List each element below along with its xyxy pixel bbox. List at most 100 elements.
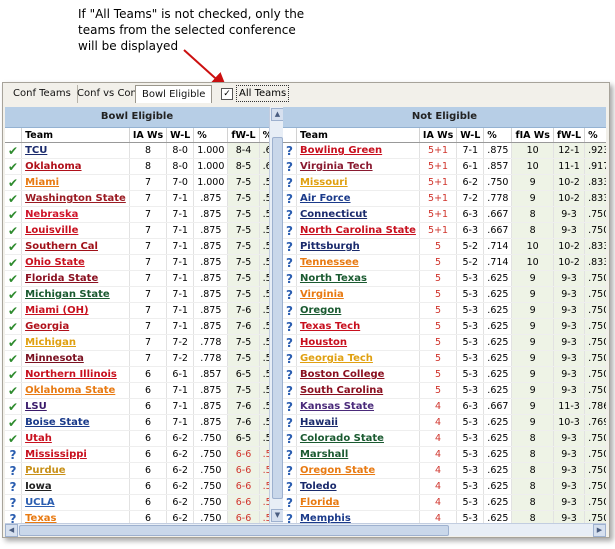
team-link[interactable]: Memphis	[300, 513, 351, 523]
team-link[interactable]: Missouri	[300, 177, 348, 188]
team-link[interactable]: Colorado State	[300, 433, 384, 444]
team-link[interactable]: Oklahoma	[25, 161, 81, 172]
team-link[interactable]: Oregon State	[300, 465, 375, 476]
team-link[interactable]: Northern Illinois	[25, 369, 117, 380]
table-row[interactable]: ✔Georgia 77-1.8757-6.538	[5, 318, 269, 335]
team-link[interactable]: Miami (OH)	[25, 305, 88, 316]
table-row[interactable]: ?Virginia Tech 5+16-1.8571011-1.917	[283, 158, 606, 175]
table-row[interactable]: ✔Washington State77-1.8757-5.583	[5, 190, 269, 207]
table-row[interactable]: ?Purdue 66-2.7506-6.500	[5, 462, 269, 479]
team-link[interactable]: Houston	[300, 337, 347, 348]
table-row[interactable]: ?Air Force 5+17-2.778910-2.833	[283, 190, 606, 207]
table-row[interactable]: ✔Oklahoma State 67-1.8757-5.583	[5, 382, 269, 399]
team-link[interactable]: North Texas	[300, 273, 367, 284]
table-row[interactable]: ✔Ohio State 77-1.8757-5.583	[5, 254, 269, 271]
table-row[interactable]: ✔TCU 88-01.0008-4.667	[5, 142, 269, 159]
table-row[interactable]: ?Texas Tech 55-3.62599-3.750	[283, 318, 606, 335]
team-link[interactable]: Tennessee	[300, 257, 359, 268]
table-row[interactable]: ?North Texas 55-3.62599-3.750	[283, 270, 606, 287]
table-row[interactable]: ?Toledo 45-3.62589-3.750	[283, 478, 606, 495]
team-link[interactable]: Florida State	[25, 273, 98, 284]
table-row[interactable]: ?Pittsburgh 55-2.7141010-2.833	[283, 238, 606, 255]
table-row[interactable]: ✔Florida State 77-1.8757-5.583	[5, 270, 269, 287]
horizontal-scrollbar[interactable]: ◀ ▶	[5, 523, 606, 537]
team-link[interactable]: TCU	[25, 145, 47, 156]
table-row[interactable]: ?South Carolina 55-3.62599-3.750	[283, 382, 606, 399]
tab-conf-teams[interactable]: Conf Teams	[7, 85, 78, 103]
vertical-scrollbar[interactable]: ▲ ▼	[269, 107, 284, 523]
team-link[interactable]: LSU	[25, 401, 47, 412]
table-row[interactable]: ?Virginia 55-3.62599-3.750	[283, 286, 606, 303]
table-row[interactable]: ?Georgia Tech 55-3.62599-3.750	[283, 350, 606, 367]
all-teams-toggle[interactable]: ✓ All Teams	[221, 85, 290, 102]
team-link[interactable]: Georgia Tech	[300, 353, 373, 364]
team-link[interactable]: Florida	[300, 497, 339, 508]
table-row[interactable]: ?North Carolina State5+16-3.66789-3.750	[283, 222, 606, 239]
table-row[interactable]: ?Oregon State 45-3.62589-3.750	[283, 462, 606, 479]
table-row[interactable]: ?Tennessee 55-2.7141010-2.833	[283, 254, 606, 271]
table-row[interactable]: ?Florida 45-3.62589-3.750	[283, 494, 606, 511]
team-link[interactable]: Michigan State	[25, 289, 110, 300]
team-link[interactable]: Toledo	[300, 481, 337, 492]
table-row[interactable]: ?Kansas State 46-3.667911-3.786	[283, 398, 606, 415]
team-link[interactable]: Connecticut	[300, 209, 367, 220]
team-link[interactable]: Ohio State	[25, 257, 85, 268]
table-row[interactable]: ?Missouri 5+16-2.750910-2.833	[283, 174, 606, 191]
table-row[interactable]: ✔Nebraska 77-1.8757-5.583	[5, 206, 269, 223]
team-link[interactable]: Utah	[25, 433, 52, 444]
table-row[interactable]: ✔Michigan 77-2.7787-5.583	[5, 334, 269, 351]
table-row[interactable]: ?UCLA 66-2.7506-6.500	[5, 494, 269, 511]
all-teams-checkbox[interactable]: ✓	[221, 87, 233, 100]
team-link[interactable]: Purdue	[25, 465, 65, 476]
team-link[interactable]: Pittsburgh	[300, 241, 360, 252]
team-link[interactable]: North Carolina State	[300, 225, 416, 236]
table-row[interactable]: ✔LSU 67-1.8757-6.538	[5, 398, 269, 415]
table-row[interactable]: ?Oregon 55-3.62599-3.750	[283, 302, 606, 319]
team-link[interactable]: Oregon	[300, 305, 341, 316]
team-link[interactable]: Hawaii	[300, 417, 338, 428]
table-row[interactable]: ✔Louisville 77-1.8757-5.583	[5, 222, 269, 239]
team-link[interactable]: Air Force	[300, 193, 351, 204]
table-row[interactable]: ?Texas 66-2.7506-6.500	[5, 510, 269, 523]
team-link[interactable]: Oklahoma State	[25, 385, 115, 396]
table-row[interactable]: ✔Oklahoma 88-01.0008-5.615	[5, 158, 269, 175]
team-link[interactable]: Boise State	[25, 417, 89, 428]
table-row[interactable]: ?Colorado State 45-3.62589-3.750	[283, 430, 606, 447]
scroll-right-icon[interactable]: ▶	[593, 524, 606, 537]
team-link[interactable]: Boston College	[300, 369, 384, 380]
team-link[interactable]: Texas Tech	[300, 321, 360, 332]
tab-bowl-eligible[interactable]: Bowl Eligible	[135, 85, 213, 103]
team-link[interactable]: Virginia	[300, 289, 344, 300]
table-row[interactable]: ?Hawaii 45-3.625910-3.769	[283, 414, 606, 431]
team-link[interactable]: Nebraska	[25, 209, 78, 220]
team-link[interactable]: Iowa	[25, 481, 52, 492]
table-row[interactable]: ✔Miami 77-01.0007-5.583	[5, 174, 269, 191]
team-link[interactable]: Virginia Tech	[300, 161, 373, 172]
table-row[interactable]: ?Connecticut 5+16-3.66789-3.750	[283, 206, 606, 223]
team-link[interactable]: Kansas State	[300, 401, 374, 412]
table-row[interactable]: ?Memphis 45-3.62589-3.750	[283, 510, 606, 523]
vertical-scroll-thumb[interactable]	[272, 137, 283, 499]
team-link[interactable]: Bowling Green	[300, 145, 382, 156]
team-link[interactable]: Miami	[25, 177, 59, 188]
table-row[interactable]: ✔Utah 66-2.7506-5.545	[5, 430, 269, 447]
table-row[interactable]: ?Marshall 45-3.62589-3.750	[283, 446, 606, 463]
table-row[interactable]: ✔Northern Illinois 66-1.8576-5.545	[5, 366, 269, 383]
team-link[interactable]: Georgia	[25, 321, 69, 332]
table-row[interactable]: ?Mississippi 66-2.7506-6.500	[5, 446, 269, 463]
team-link[interactable]: Mississippi	[25, 449, 87, 460]
horizontal-scroll-thumb[interactable]	[19, 525, 449, 536]
table-row[interactable]: ✔Miami (OH) 77-1.8757-6.538	[5, 302, 269, 319]
table-row[interactable]: ?Boston College 55-3.62599-3.750	[283, 366, 606, 383]
table-row[interactable]: ✔Minnesota 77-2.7787-5.583	[5, 350, 269, 367]
table-row[interactable]: ?Houston 55-3.62599-3.750	[283, 334, 606, 351]
table-row[interactable]: ✔Southern Cal 77-1.8757-5.583	[5, 238, 269, 255]
table-row[interactable]: ?Bowling Green 5+17-1.8751012-1.923	[283, 142, 606, 159]
team-link[interactable]: Louisville	[25, 225, 78, 236]
team-link[interactable]: Washington State	[25, 193, 126, 204]
team-link[interactable]: Michigan	[25, 337, 76, 348]
table-row[interactable]: ✔Michigan State 77-1.8757-5.583	[5, 286, 269, 303]
table-row[interactable]: ?Iowa 66-2.7506-6.500	[5, 478, 269, 495]
team-link[interactable]: Marshall	[300, 449, 348, 460]
team-link[interactable]: Texas	[25, 513, 56, 523]
